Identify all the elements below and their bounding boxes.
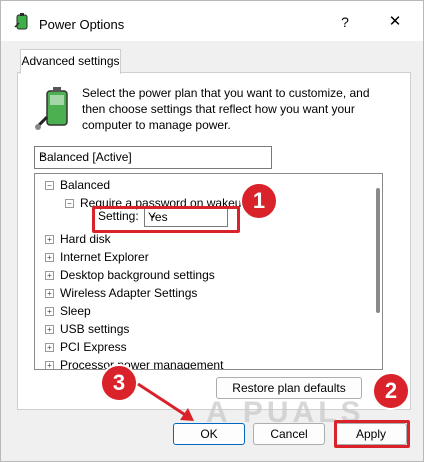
tree-scrollbar[interactable] [376, 188, 380, 313]
window-title: Power Options [39, 17, 125, 32]
expand-icon[interactable]: + [45, 235, 54, 245]
power-options-icon [14, 13, 28, 30]
expand-icon[interactable]: + [45, 271, 54, 281]
expand-icon[interactable]: + [45, 253, 54, 263]
collapse-icon[interactable]: − [45, 181, 54, 191]
tree-item[interactable]: + Processor power management [45, 356, 223, 369]
svg-text:A PUALS: A PUALS [206, 396, 365, 429]
tree-item[interactable]: + Sleep [45, 302, 91, 320]
battery-plug-icon [35, 87, 68, 130]
tab-advanced-settings[interactable]: Advanced settings [20, 49, 121, 74]
step-badge-2: 2 [372, 372, 410, 410]
expand-icon[interactable]: + [45, 361, 54, 369]
help-button[interactable]: ? [334, 11, 356, 33]
expand-icon[interactable]: + [45, 343, 54, 353]
expand-icon[interactable]: + [45, 289, 54, 299]
tree-item[interactable]: + USB settings [45, 320, 129, 338]
chevron-down-icon: ⌄ [39, 148, 49, 160]
close-button[interactable]: ✕ [384, 11, 406, 33]
tree-item[interactable]: + Desktop background settings [45, 266, 215, 284]
tree-item[interactable]: + Hard disk [45, 230, 111, 248]
tree-item[interactable]: + Wireless Adapter Settings [45, 284, 197, 302]
chevron-down-icon: ⌄ [148, 209, 158, 221]
tree-item-balanced[interactable]: − Balanced [45, 176, 110, 194]
expand-icon[interactable]: + [45, 325, 54, 335]
setting-value-select[interactable]: Yes ⌄ [144, 208, 228, 227]
tree-item[interactable]: + Internet Explorer [45, 248, 149, 266]
arrow-icon [137, 382, 194, 421]
power-plan-select[interactable]: Balanced [Active] ⌄ [34, 146, 272, 169]
tree-item[interactable]: + PCI Express [45, 338, 127, 356]
description-text: Select the power plan that you want to c… [82, 86, 370, 132]
setting-label: Setting: [98, 209, 139, 223]
settings-tree[interactable]: − Balanced − Require a password on wakeup … [34, 173, 383, 370]
expand-icon[interactable]: + [45, 307, 54, 317]
title-bar: Power Options ? ✕ [1, 1, 423, 41]
step-badge-1: 1 [240, 182, 278, 220]
collapse-icon[interactable]: − [65, 199, 74, 209]
